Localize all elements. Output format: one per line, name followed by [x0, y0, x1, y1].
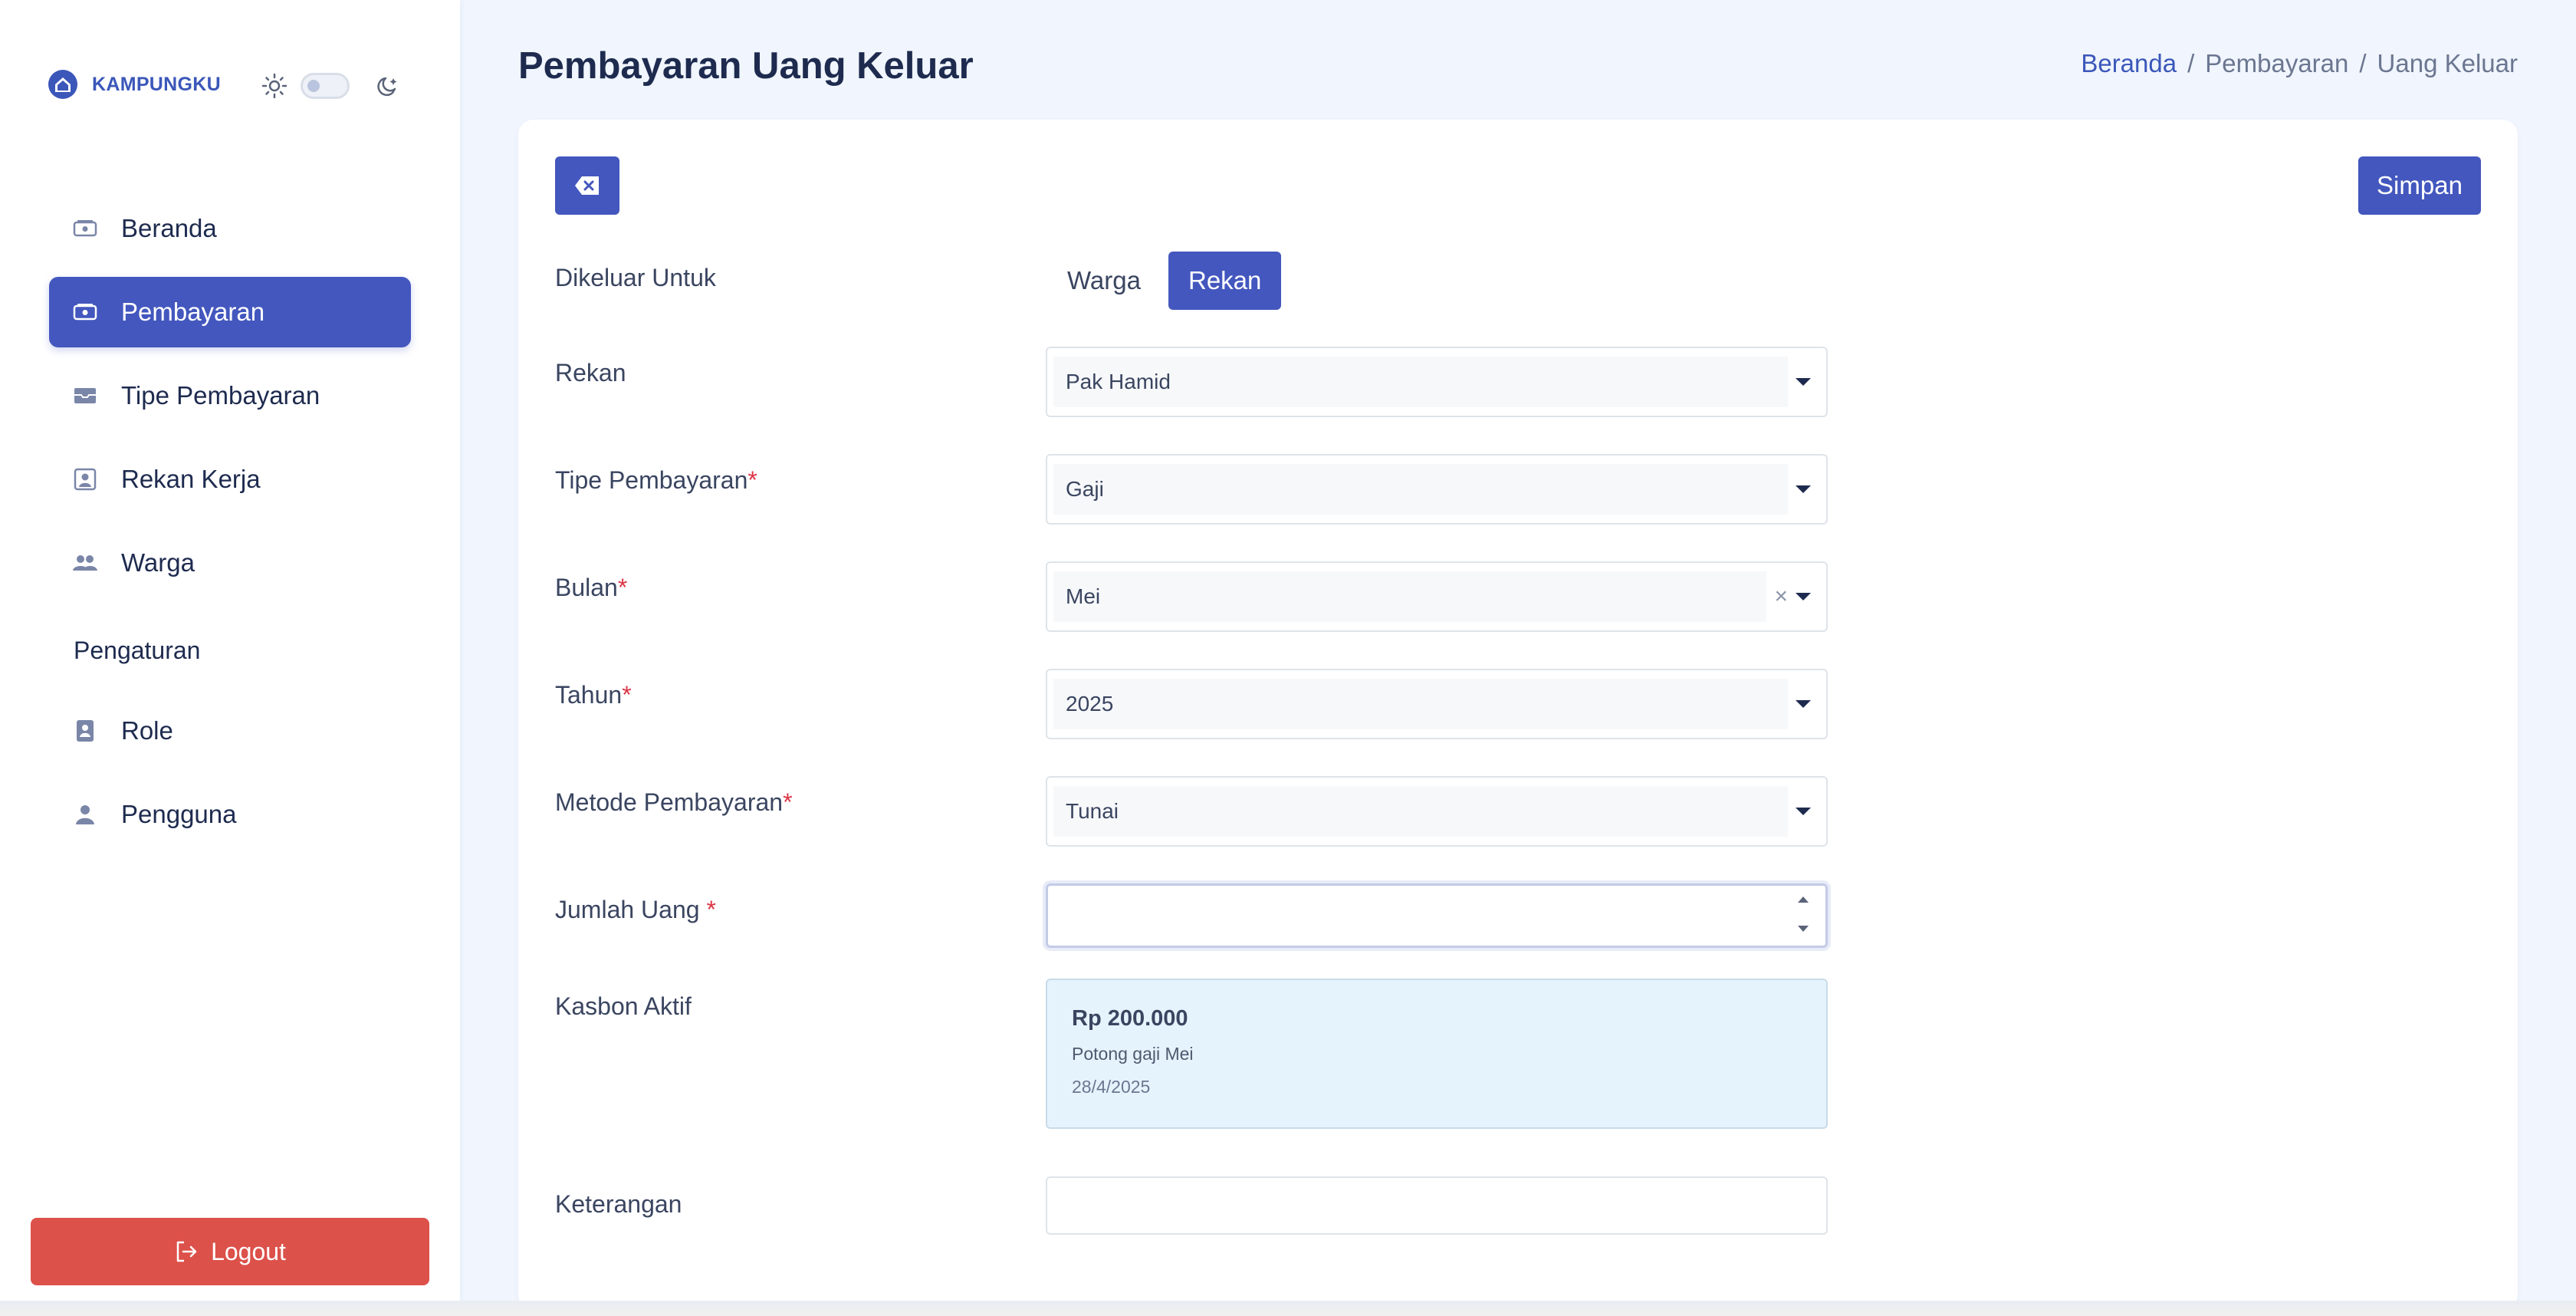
contact-icon [72, 466, 98, 492]
required-mark: * [617, 574, 628, 601]
sidebar-item-pengguna[interactable]: Pengguna [49, 779, 411, 850]
tipe-pembayaran-label: Tipe Pembayaran* [555, 466, 757, 495]
breadcrumb-beranda[interactable]: Beranda [2081, 49, 2177, 78]
required-mark: * [622, 681, 632, 709]
sidebar: KAMPUNGKU Beranda Pembayaran Tipe Pembay… [0, 0, 460, 1316]
rekan-label: Rekan [555, 359, 626, 387]
option-rekan[interactable]: Rekan [1168, 252, 1282, 310]
bulan-value: Mei [1053, 571, 1767, 622]
sidebar-item-rekan-kerja[interactable]: Rekan Kerja [49, 444, 411, 515]
theme-switcher [261, 72, 402, 100]
form-card: Simpan Dikeluar Untuk Warga Rekan Rekan … [518, 120, 2518, 1310]
kasbon-date: 28/4/2025 [1072, 1077, 1151, 1097]
tipe-pembayaran-value: Gaji [1053, 464, 1788, 515]
brand-name: KAMPUNGKU [92, 73, 221, 95]
kasbon-amount: Rp 200.000 [1072, 1006, 1188, 1031]
brand-logo[interactable]: KAMPUNGKU [48, 69, 221, 100]
sidebar-item-label: Pembayaran [121, 298, 265, 326]
tahun-select[interactable]: 2025 [1046, 669, 1828, 739]
bulan-label-text: Bulan [555, 574, 618, 601]
home-logo-icon [48, 70, 77, 99]
tahun-value: 2025 [1053, 679, 1788, 729]
rekan-select[interactable]: Pak Hamid [1046, 347, 1828, 417]
breadcrumb-uang-keluar: Uang Keluar [2377, 49, 2518, 77]
keterangan-label: Keterangan [555, 1190, 682, 1218]
breadcrumb-separator: / [2187, 49, 2195, 77]
metode-pembayaran-label-text: Metode Pembayaran [555, 788, 784, 816]
cash-icon [72, 299, 98, 325]
dikeluar-untuk-label: Dikeluar Untuk [555, 264, 716, 291]
jumlah-uang-label: Jumlah Uang * [555, 896, 716, 924]
bulan-label: Bulan* [555, 574, 627, 602]
tray-icon [72, 383, 98, 409]
sidebar-item-beranda[interactable]: Beranda [49, 193, 411, 264]
jumlah-uang-input[interactable] [1046, 883, 1828, 948]
stepper-up-icon[interactable] [1798, 897, 1809, 903]
metode-pembayaran-value: Tunai [1053, 786, 1788, 837]
breadcrumb-separator: / [2359, 49, 2367, 77]
cash-icon [72, 215, 98, 242]
required-mark: * [706, 896, 716, 923]
sidebar-item-label: Warga [121, 548, 195, 577]
stepper-down-icon[interactable] [1798, 926, 1809, 932]
chevron-down-icon [1796, 700, 1811, 708]
logout-icon [176, 1241, 197, 1262]
sidebar-item-tipe-pembayaran[interactable]: Tipe Pembayaran [49, 360, 411, 431]
kasbon-aktif-label: Kasbon Aktif [555, 992, 692, 1020]
sidebar-item-label: Tipe Pembayaran [121, 381, 320, 410]
breadcrumb: Beranda / Pembayaran / Uang Keluar [2081, 49, 2518, 78]
badge-icon [72, 718, 98, 744]
sidebar-item-warga[interactable]: Warga [49, 528, 411, 598]
sidebar-item-role[interactable]: Role [49, 696, 411, 766]
people-icon [72, 550, 98, 576]
tahun-label-text: Tahun [555, 681, 623, 709]
sidebar-item-label: Rekan Kerja [121, 465, 261, 493]
sidebar-item-label: Role [121, 716, 173, 745]
chevron-down-icon [1796, 378, 1811, 386]
save-button[interactable]: Simpan [2358, 156, 2481, 215]
tipe-pembayaran-label-text: Tipe Pembayaran [555, 466, 748, 494]
sidebar-item-label: Pengguna [121, 800, 237, 828]
dikeluar-untuk-toggle: Warga Rekan [1047, 252, 1282, 310]
tipe-pembayaran-select[interactable]: Gaji [1046, 454, 1828, 525]
keterangan-input[interactable] [1046, 1176, 1828, 1235]
clear-selection-icon[interactable]: × [1774, 584, 1788, 610]
chevron-down-icon [1796, 485, 1811, 493]
option-warga[interactable]: Warga [1047, 252, 1161, 310]
metode-pembayaran-select[interactable]: Tunai [1046, 776, 1828, 847]
toggle-knob [307, 80, 320, 92]
kasbon-description: Potong gaji Mei [1072, 1044, 1194, 1064]
clear-form-button[interactable] [555, 156, 619, 215]
theme-toggle[interactable] [301, 73, 350, 99]
required-mark: * [748, 466, 757, 494]
user-icon [72, 801, 98, 827]
number-stepper[interactable] [1795, 897, 1812, 932]
sidebar-item-label: Beranda [121, 214, 217, 242]
bottom-edge [0, 1301, 2576, 1316]
jumlah-uang-label-text: Jumlah Uang [555, 896, 707, 923]
tahun-label: Tahun* [555, 681, 632, 709]
chevron-down-icon [1796, 593, 1811, 600]
page-title: Pembayaran Uang Keluar [518, 45, 974, 87]
metode-pembayaran-label: Metode Pembayaran* [555, 788, 793, 817]
rekan-value: Pak Hamid [1053, 357, 1788, 407]
sidebar-item-pembayaran[interactable]: Pembayaran [49, 277, 411, 347]
required-mark: * [783, 788, 793, 816]
kasbon-card[interactable]: Rp 200.000 Potong gaji Mei 28/4/2025 [1046, 979, 1828, 1129]
section-label-pengaturan: Pengaturan [74, 637, 201, 664]
logout-button[interactable]: Logout [31, 1218, 429, 1285]
logout-label: Logout [211, 1237, 286, 1265]
chevron-down-icon [1796, 808, 1811, 815]
breadcrumb-pembayaran: Pembayaran [2205, 49, 2349, 77]
sun-icon [261, 73, 288, 99]
backspace-icon [575, 176, 599, 195]
bulan-select[interactable]: Mei × [1046, 561, 1828, 632]
moon-icon [377, 77, 397, 97]
